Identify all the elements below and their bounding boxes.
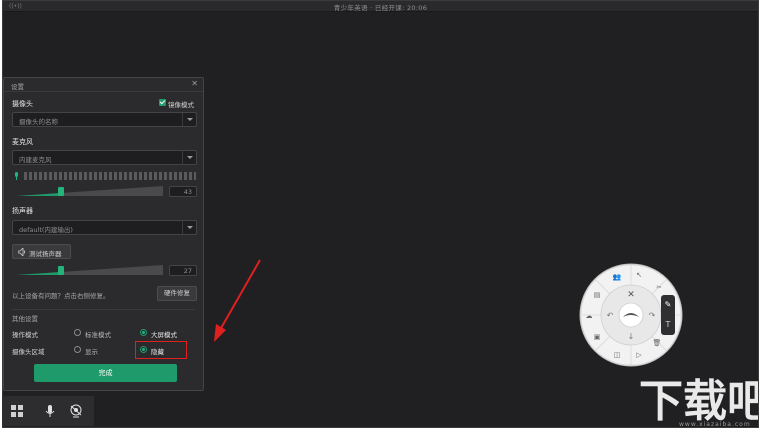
speaker-volume-fill (17, 265, 61, 275)
radio-show[interactable] (74, 346, 81, 353)
mic-volume-slider[interactable] (17, 186, 163, 196)
svg-text:👥: 👥 (613, 273, 622, 281)
chevron-down-icon (182, 113, 196, 126)
speaker-volume-handle[interactable] (58, 266, 64, 275)
speaker-select[interactable]: default(内建输出) (12, 220, 197, 235)
divider (4, 91, 203, 92)
svg-text:↓: ↓ (628, 332, 635, 341)
watermark-logo: 下载吧 (639, 376, 759, 426)
annotation-highlight-box (135, 341, 187, 359)
camera-toggle-icon[interactable] (69, 404, 83, 418)
annotation-arrow (214, 259, 261, 342)
svg-text:↶: ↶ (606, 311, 614, 320)
mirror-mode-label: 镜像模式 (168, 101, 194, 109)
test-speaker-button[interactable]: 测试扬声器 (12, 244, 71, 259)
speaker-volume-slider[interactable] (17, 265, 163, 275)
bottom-toolbar (2, 396, 94, 426)
microphone-label: 麦克风 (12, 138, 33, 146)
microphone-select-value: 内建麦克风 (19, 156, 52, 164)
svg-text:T: T (665, 320, 671, 329)
show-label: 显示 (85, 348, 98, 356)
svg-text:▣: ▣ (594, 333, 601, 341)
radial-tool-menu[interactable]: ✕ ↓ ↶ ↷ 👥 ↖ ▤ ☁ ▣ ◫ ▷ 🗑 ✎ T ✂ (579, 263, 683, 367)
close-icon[interactable]: ✕ (191, 79, 198, 88)
watermark-url: www.xiazaiba.com (679, 421, 751, 428)
other-settings-title: 其他设置 (12, 315, 38, 323)
speaker-select-value: default(内建输出) (19, 226, 73, 234)
camera-label: 摄像头 (12, 100, 33, 108)
svg-text:☁: ☁ (586, 312, 593, 320)
microphone-toggle-icon[interactable] (43, 404, 57, 418)
dialog-title: 设置 (11, 83, 24, 91)
mic-volume-value[interactable]: 43 (169, 186, 197, 197)
grid-icon[interactable] (10, 404, 24, 418)
chevron-down-icon (182, 151, 196, 164)
divider (12, 309, 195, 310)
title-bar: ((•)) 青少年英语 · 已经开课: 20:06 (3, 1, 758, 12)
radio-standard-mode[interactable] (74, 329, 81, 336)
svg-text:↖: ↖ (636, 271, 642, 279)
mic-volume-handle[interactable] (58, 187, 64, 196)
standard-mode-label: 标准模式 (85, 331, 111, 339)
svg-text:◫: ◫ (614, 351, 621, 359)
mic-icon (15, 172, 18, 180)
settings-dialog: 设置 ✕ 摄像头 镜像模式 摄像头的名称 麦克风 内建麦克风 43 扬声器 de… (3, 77, 204, 391)
watermark-text: 下载吧 (639, 376, 759, 426)
mic-level-meter (24, 172, 196, 180)
window-title: 青少年英语 · 已经开课: 20:06 (333, 4, 428, 12)
svg-text:↷: ↷ (649, 311, 656, 320)
test-speaker-label: 测试扬声器 (29, 250, 62, 258)
mirror-mode-checkbox[interactable] (159, 99, 166, 106)
device-hint-text: 以上设备有问题？点击右侧修复。 (12, 292, 110, 300)
speaker-icon (18, 248, 26, 256)
done-button[interactable]: 完成 (34, 364, 177, 382)
hardware-repair-button[interactable]: 硬件修复 (157, 286, 197, 301)
radio-large-screen-mode[interactable] (140, 329, 147, 336)
svg-text:▤: ▤ (594, 291, 601, 299)
camera-select-value: 摄像头的名称 (19, 118, 58, 126)
camera-area-label: 摄像头区域 (12, 348, 45, 356)
operation-mode-label: 操作模式 (12, 331, 38, 339)
speaker-label: 扬声器 (12, 207, 33, 215)
camera-select[interactable]: 摄像头的名称 (12, 112, 197, 127)
svg-text:▷: ▷ (636, 351, 642, 359)
mic-volume-fill (17, 186, 61, 196)
svg-text:✎: ✎ (665, 300, 672, 309)
large-screen-mode-label: 大屏模式 (151, 331, 177, 339)
microphone-select[interactable]: 内建麦克风 (12, 150, 197, 165)
chevron-down-icon (182, 221, 196, 234)
speaker-volume-value[interactable]: 27 (169, 265, 197, 276)
svg-text:✕: ✕ (627, 290, 635, 300)
svg-text:🗑: 🗑 (653, 338, 662, 347)
svg-text:✂: ✂ (656, 284, 661, 291)
